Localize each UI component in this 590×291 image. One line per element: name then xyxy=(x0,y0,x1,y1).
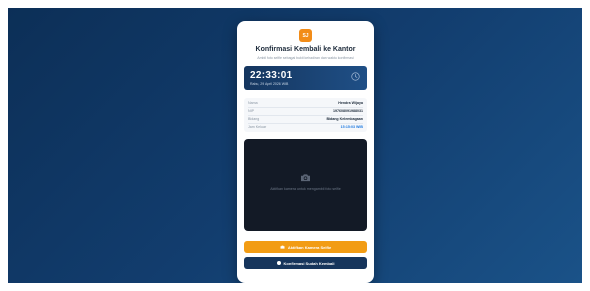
activate-camera-button[interactable]: Aktifkan Kamera Selfie xyxy=(244,241,367,253)
camera-icon xyxy=(301,174,310,182)
info-value: Bidang Kelembagaan xyxy=(326,117,363,121)
check-circle-icon xyxy=(276,261,281,265)
employee-info-panel: Nama Hendra Wijaya NIP 197608091988031 B… xyxy=(244,98,367,132)
camera-preview: Aktifkan kamera untuk mengambil foto sel… xyxy=(244,139,367,231)
info-value: 197608091988031 xyxy=(333,109,363,113)
camera-hint: Aktifkan kamera untuk mengambil foto sel… xyxy=(270,187,341,191)
info-value: 15:15:03 WIB xyxy=(340,125,363,129)
info-label: Jam Keluar xyxy=(248,125,267,129)
page-background: SJ Konfirmasi Kembali ke Kantor Ambil fo… xyxy=(8,8,582,283)
info-label: NIP xyxy=(248,109,254,113)
info-row-name: Nama Hendra Wijaya xyxy=(248,100,363,108)
activate-camera-label: Aktifkan Kamera Selfie xyxy=(287,244,332,250)
live-clock-panel: 22:33:01 Rabu, 29 April 2026 WIB xyxy=(244,66,367,90)
info-label: Nama xyxy=(248,101,258,105)
camera-button-icon xyxy=(280,245,285,249)
confirm-return-button[interactable]: Konfirmasi Sudah Kembali xyxy=(244,257,367,269)
page-title: Konfirmasi Kembali ke Kantor xyxy=(255,46,356,53)
confirm-return-label: Konfirmasi Sudah Kembali xyxy=(283,260,335,266)
page-subtitle: Ambil foto selfie sebagai bukti kehadira… xyxy=(257,56,354,60)
app-logo: SJ xyxy=(299,29,312,42)
info-row-checkout-time: Jam Keluar 15:15:03 WIB xyxy=(248,124,363,131)
info-row-department: Bidang Bidang Kelembagaan xyxy=(248,116,363,124)
clock-time: 22:33:01 xyxy=(250,70,293,81)
confirmation-card: SJ Konfirmasi Kembali ke Kantor Ambil fo… xyxy=(237,21,374,283)
info-label: Bidang xyxy=(248,117,260,121)
info-row-nip: NIP 197608091988031 xyxy=(248,108,363,116)
info-value: Hendra Wijaya xyxy=(338,101,363,105)
clock-date: Rabu, 29 April 2026 WIB xyxy=(250,82,289,86)
clock-icon xyxy=(351,72,360,81)
